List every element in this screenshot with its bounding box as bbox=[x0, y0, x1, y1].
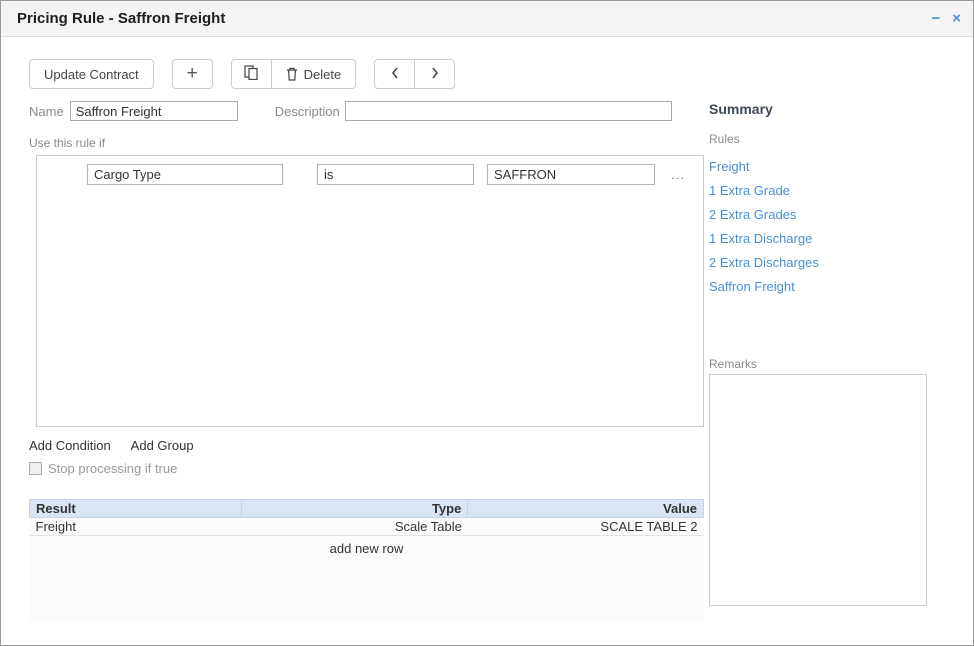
copy-button[interactable] bbox=[231, 59, 272, 89]
toolbar: Update Contract + Delete bbox=[29, 59, 973, 89]
minimize-icon[interactable]: − bbox=[931, 11, 940, 26]
rule-link-freight[interactable]: Freight bbox=[709, 155, 927, 179]
results-header-value: Value bbox=[468, 500, 704, 518]
next-rule-button[interactable] bbox=[414, 59, 455, 89]
name-field[interactable] bbox=[70, 101, 238, 121]
chevron-left-icon bbox=[390, 66, 400, 83]
remarks-label: Remarks bbox=[709, 357, 927, 371]
type-cell[interactable]: Scale Table bbox=[241, 518, 468, 536]
condition-value-select[interactable]: SAFFRON bbox=[487, 164, 655, 185]
add-new-row-link[interactable]: add new row bbox=[30, 536, 704, 557]
rules-label: Rules bbox=[709, 132, 927, 146]
condition-row: Cargo Type is SAFFRON ... bbox=[37, 164, 703, 185]
copy-icon bbox=[244, 65, 258, 83]
delete-button[interactable]: Delete bbox=[271, 59, 357, 89]
name-label: Name bbox=[29, 104, 64, 119]
results-area: Result Type Value Freight Scale Table SC… bbox=[29, 499, 704, 621]
dialog-title: Pricing Rule - Saffron Freight bbox=[17, 10, 919, 27]
rules-list: Freight 1 Extra Grade 2 Extra Grades 1 E… bbox=[709, 155, 927, 299]
stop-processing-checkbox[interactable] bbox=[29, 462, 42, 475]
stop-processing-label: Stop processing if true bbox=[48, 461, 177, 476]
rule-link-2-extra-discharges[interactable]: 2 Extra Discharges bbox=[709, 251, 927, 275]
rule-link-1-extra-discharge[interactable]: 1 Extra Discharge bbox=[709, 227, 927, 251]
add-condition-link[interactable]: Add Condition bbox=[29, 438, 111, 453]
nav-group bbox=[374, 59, 455, 89]
trash-icon bbox=[286, 67, 298, 81]
summary-sidebar: Summary Rules Freight 1 Extra Grade 2 Ex… bbox=[709, 101, 927, 609]
result-cell[interactable]: Freight bbox=[30, 518, 242, 536]
table-row[interactable]: Freight Scale Table SCALE TABLE 2 bbox=[30, 518, 704, 536]
rule-link-1-extra-grade[interactable]: 1 Extra Grade bbox=[709, 179, 927, 203]
results-header-row: Result Type Value bbox=[30, 500, 704, 518]
update-contract-button[interactable]: Update Contract bbox=[29, 59, 154, 89]
remarks-box[interactable] bbox=[709, 374, 927, 606]
summary-heading: Summary bbox=[709, 101, 927, 117]
results-table: Result Type Value Freight Scale Table SC… bbox=[29, 499, 704, 556]
close-icon[interactable]: × bbox=[952, 11, 961, 26]
results-header-type: Type bbox=[241, 500, 468, 518]
value-cell[interactable]: SCALE TABLE 2 bbox=[468, 518, 704, 536]
titlebar: Pricing Rule - Saffron Freight − × bbox=[1, 1, 973, 37]
add-group-link[interactable]: Add Group bbox=[131, 438, 194, 453]
condition-panel: Cargo Type is SAFFRON ... bbox=[36, 155, 704, 427]
previous-rule-button[interactable] bbox=[374, 59, 415, 89]
rule-link-2-extra-grades[interactable]: 2 Extra Grades bbox=[709, 203, 927, 227]
condition-more-button[interactable]: ... bbox=[667, 167, 689, 182]
chevron-right-icon bbox=[430, 66, 440, 83]
rule-link-saffron-freight[interactable]: Saffron Freight bbox=[709, 275, 927, 299]
add-rule-button[interactable]: + bbox=[172, 59, 213, 89]
description-label: Description bbox=[275, 104, 340, 119]
pricing-rule-dialog: Pricing Rule - Saffron Freight − × Updat… bbox=[0, 0, 974, 646]
condition-operator-select[interactable]: is bbox=[317, 164, 474, 185]
add-new-row: add new row bbox=[30, 536, 704, 557]
delete-label: Delete bbox=[304, 67, 342, 82]
description-field[interactable] bbox=[345, 101, 672, 121]
results-header-result: Result bbox=[30, 500, 242, 518]
copy-delete-group: Delete bbox=[231, 59, 357, 89]
condition-field-select[interactable]: Cargo Type bbox=[87, 164, 283, 185]
